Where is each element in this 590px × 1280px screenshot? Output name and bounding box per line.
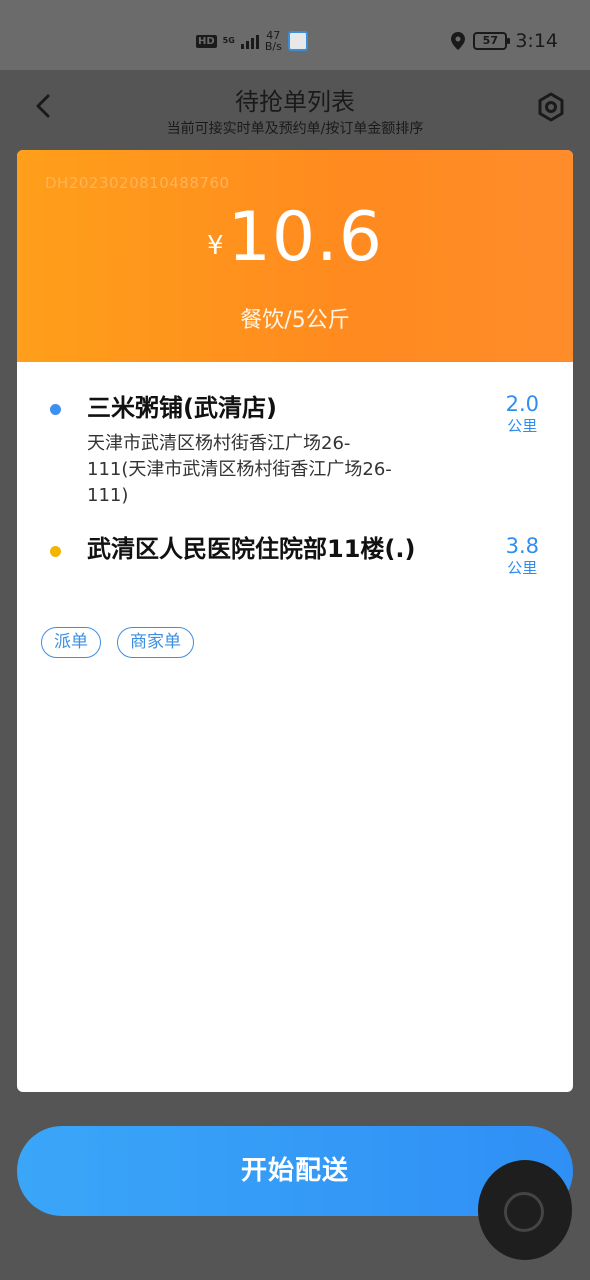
dropoff-distance: 3.8 公里 [506, 533, 539, 577]
signal-type-label: 5G [222, 36, 235, 45]
nav-header: 待抢单列表 当前可接实时单及预约单/按订单金额排序 [0, 70, 590, 148]
dropoff-dot-icon [50, 546, 61, 557]
settings-icon[interactable] [536, 92, 566, 122]
order-card[interactable]: DH2023020810488760 ¥10.6 餐饮/5公斤 三米粥铺(武清店… [17, 150, 573, 1092]
currency-symbol: ¥ [207, 231, 224, 261]
app-notification-icon [287, 31, 308, 51]
page-subtitle: 当前可接实时单及预约单/按订单金额排序 [166, 121, 424, 137]
tag-dispatch: 派单 [41, 627, 101, 658]
order-price-header: DH2023020810488760 ¥10.6 餐饮/5公斤 [17, 150, 573, 362]
pickup-distance-value: 2.0 [505, 392, 539, 416]
clock: 3:14 [515, 30, 558, 52]
dropoff-distance-value: 3.8 [505, 534, 539, 558]
order-category: 餐饮/5公斤 [240, 308, 350, 333]
floating-assist-button[interactable] [478, 1160, 572, 1260]
pickup-address: 天津市武清区杨村街香江广场26-111(天津市武清区杨村街香江广场26-111) [87, 433, 392, 506]
dropoff-distance-unit: 公里 [507, 559, 538, 577]
order-price: ¥10.6 [17, 198, 573, 277]
pickup-distance-unit: 公里 [507, 417, 538, 435]
pickup-distance: 2.0 公里 [506, 391, 539, 435]
assist-ring-icon [504, 1192, 544, 1232]
status-bar: HD 5G 47 B/s 57 3:14 [0, 0, 590, 70]
hd-icon: HD [196, 34, 217, 48]
net-speed-unit: B/s [264, 40, 282, 53]
status-left: HD 5G 47 B/s [196, 30, 308, 52]
page-title: 待抢单列表 [235, 88, 355, 116]
order-number: DH2023020810488760 [45, 174, 230, 192]
order-amount: 10.6 [227, 198, 383, 277]
location-icon [451, 32, 466, 50]
battery-icon: 57 [473, 32, 511, 50]
pickup-dot-icon [50, 404, 61, 415]
status-right: 57 3:14 [451, 30, 558, 52]
signal-icon [240, 33, 259, 49]
dropoff-name: 武清区人民医院住院部11楼(.) [87, 535, 416, 563]
order-tags: 派单 商家单 [41, 627, 194, 658]
pickup-name: 三米粥铺(武清店) [87, 394, 277, 422]
tag-merchant: 商家单 [117, 627, 194, 658]
net-speed: 47 B/s [265, 30, 282, 52]
